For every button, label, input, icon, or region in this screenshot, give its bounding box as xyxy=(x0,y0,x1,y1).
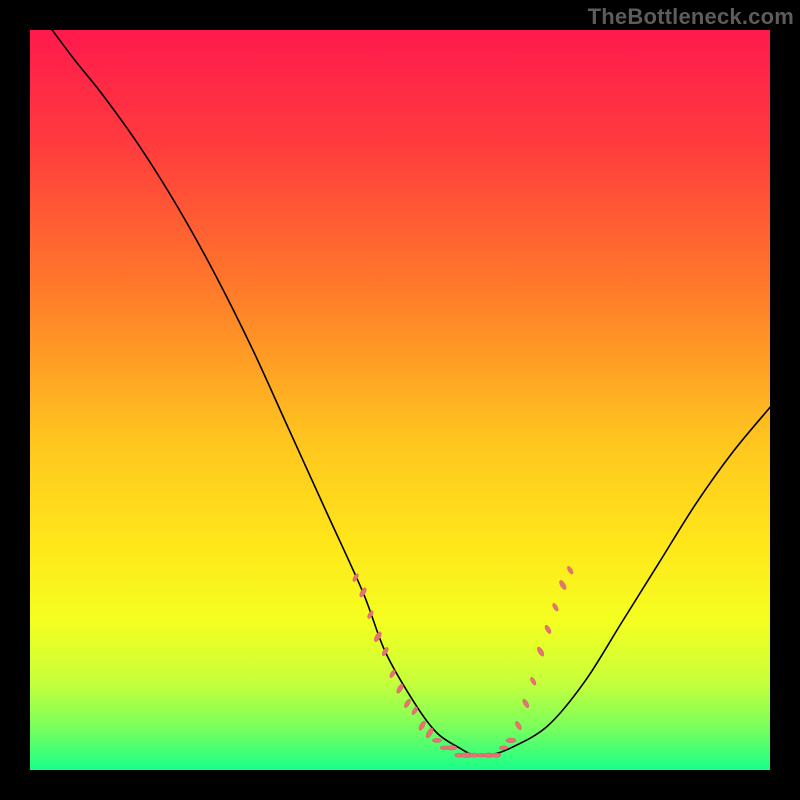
marker-dot xyxy=(381,646,390,656)
marker-dot xyxy=(389,669,397,679)
marker-dot xyxy=(411,706,419,716)
bottleneck-curve xyxy=(52,30,770,756)
marker-dot xyxy=(536,646,545,657)
marker-dot xyxy=(506,738,516,743)
chart-frame: TheBottleneck.com xyxy=(0,0,800,800)
marker-dot xyxy=(558,579,567,590)
marker-dot xyxy=(566,565,574,575)
marker-dot xyxy=(447,745,457,750)
marker-dot xyxy=(522,698,531,708)
marker-dot xyxy=(395,683,404,694)
plot-svg xyxy=(30,30,770,770)
plot-area xyxy=(30,30,770,770)
marker-dot xyxy=(499,746,508,750)
watermark-text: TheBottleneck.com xyxy=(588,4,794,30)
marker-dot xyxy=(425,727,435,739)
marker-dot xyxy=(491,753,501,757)
marker-dot xyxy=(358,587,367,598)
marker-dot xyxy=(432,738,442,742)
lowpoint-markers xyxy=(352,565,574,757)
marker-dot xyxy=(418,720,427,731)
marker-dot xyxy=(403,698,412,708)
marker-dot xyxy=(514,720,523,730)
marker-dot xyxy=(551,602,559,612)
marker-dot xyxy=(544,624,553,634)
marker-dot xyxy=(529,676,537,686)
